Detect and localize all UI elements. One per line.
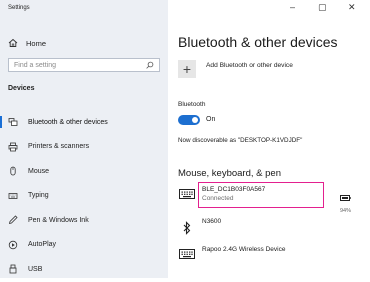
highlight-box [198, 182, 324, 208]
sidebar-item-label: AutoPlay [28, 241, 57, 249]
add-device-button[interactable]: + Add Bluetooth or other device [178, 60, 293, 78]
home-icon [8, 38, 22, 48]
keyboard-icon [178, 249, 196, 259]
autoplay-icon [8, 240, 22, 250]
devices-heading: Devices [8, 85, 35, 92]
bluetooth-devices-icon [8, 117, 22, 127]
sidebar-item-label: Typing [28, 192, 49, 200]
sidebar-item-typing[interactable]: Typing [0, 184, 168, 209]
maximize-button[interactable]: ▢ [318, 2, 327, 13]
close-button[interactable]: ✕ [348, 2, 356, 13]
sidebar-item-autoplay[interactable]: AutoPlay [0, 233, 168, 258]
printer-icon [8, 142, 22, 152]
mouse-icon [8, 166, 22, 176]
sidebar-item-label: USB [28, 265, 43, 273]
window-title: Settings [8, 5, 30, 11]
plus-icon: + [178, 60, 196, 78]
toggle-knob [192, 117, 198, 123]
bluetooth-label: Bluetooth [178, 101, 206, 108]
toggle-state-text: On [206, 116, 216, 123]
search-input[interactable]: Find a setting [8, 58, 160, 72]
page-title: Bluetooth & other devices [178, 34, 338, 50]
sidebar-item-mouse[interactable]: Mouse [0, 159, 168, 184]
discoverable-text: Now discoverable as "DESKTOP-K1VDJDF" [178, 137, 303, 144]
device-name: N3600 [202, 218, 222, 225]
search-placeholder: Find a setting [14, 61, 57, 69]
bluetooth-toggle[interactable] [178, 115, 200, 125]
device-item[interactable]: Rapoo 2.4G Wireless Device [178, 246, 285, 259]
home-nav-item[interactable]: Home [8, 36, 46, 50]
battery-percent: 94% [340, 208, 352, 214]
sidebar-item-bluetooth[interactable]: Bluetooth & other devices [0, 110, 168, 135]
bluetooth-icon [178, 221, 196, 235]
keyboard-icon [178, 189, 196, 199]
usb-icon [8, 264, 22, 274]
sidebar-nav: Bluetooth & other devices Printers & sca… [0, 110, 168, 282]
sidebar-item-pen[interactable]: Pen & Windows Ink [0, 208, 168, 233]
sidebar-item-printers[interactable]: Printers & scanners [0, 135, 168, 160]
battery-indicator: 94% [340, 188, 351, 214]
sidebar: Settings Home Find a setting Devices Blu… [0, 0, 168, 278]
pen-icon [8, 215, 22, 225]
battery-icon [340, 188, 351, 206]
home-label: Home [26, 38, 47, 48]
section-heading: Mouse, keyboard, & pen [178, 168, 281, 179]
minimize-button[interactable]: – [290, 2, 295, 12]
sidebar-item-label: Bluetooth & other devices [28, 118, 108, 126]
search-icon[interactable] [146, 56, 154, 74]
device-name: Rapoo 2.4G Wireless Device [202, 246, 286, 253]
sidebar-item-label: Mouse [28, 167, 50, 175]
device-item[interactable]: N3600 [178, 218, 221, 235]
sidebar-item-label: Pen & Windows Ink [28, 216, 89, 224]
keyboard-icon [8, 191, 22, 201]
add-device-label: Add Bluetooth or other device [206, 62, 293, 69]
sidebar-item-label: Printers & scanners [28, 143, 90, 151]
